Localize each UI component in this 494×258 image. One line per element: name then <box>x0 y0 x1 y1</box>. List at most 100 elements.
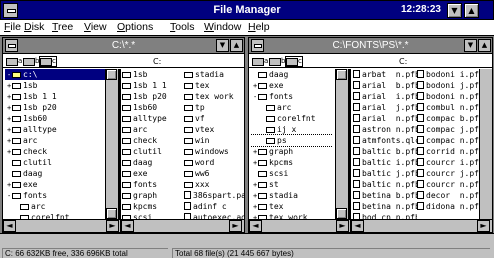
file-list-item[interactable]: stadia <box>184 69 244 80</box>
right-window-maximize-button[interactable]: ▲ <box>478 39 491 52</box>
tree-item[interactable]: daag <box>5 168 105 179</box>
file-list-item[interactable]: baltic j.pfb <box>353 168 417 179</box>
file-list-item[interactable]: word <box>184 157 244 168</box>
file-list-item[interactable]: kpcms <box>122 201 182 212</box>
file-list-item[interactable]: adinf c <box>184 201 244 212</box>
menu-options[interactable]: Options <box>117 21 153 33</box>
drive-c-icon[interactable]: c <box>285 56 303 67</box>
file-list-item[interactable]: combul n.pfb <box>417 102 480 113</box>
tree-item[interactable]: daag <box>251 69 333 80</box>
right-tree-pane[interactable]: daag + exe - fonts arc corelfnt ij x ps + graph + kp… <box>251 69 333 221</box>
right-tree-scroll-left[interactable]: ◄ <box>249 220 262 232</box>
right-tree-scroll-up[interactable] <box>336 69 347 80</box>
tree-item[interactable]: - fonts <box>251 91 333 102</box>
menu-disk[interactable]: Disk <box>24 21 44 33</box>
left-directory-window[interactable]: C:\*.* ▼ ▲ a b c C: - c:\ +1sb +1sb 1 1 +1sb… <box>2 37 245 234</box>
file-list-item[interactable]: vf <box>184 113 244 124</box>
right-tree-scroll-down[interactable] <box>336 208 347 219</box>
tree-item[interactable]: + kpcms <box>251 157 333 168</box>
tree-item[interactable]: arc <box>251 102 333 113</box>
tree-item[interactable]: - fonts <box>5 190 105 201</box>
tree-item[interactable]: ps <box>251 134 333 147</box>
file-list-item[interactable]: betina b.pfb <box>353 190 417 201</box>
left-tree-hscrollbar[interactable]: ◄ ► <box>3 219 120 232</box>
file-list-item[interactable]: 1sb 1 1 <box>122 80 182 91</box>
right-window-minimize-button[interactable]: ▼ <box>464 39 477 52</box>
left-tree-scroll-down[interactable] <box>106 208 117 219</box>
tree-item[interactable]: +1sb60 <box>5 113 105 124</box>
left-window-minimize-button[interactable]: ▼ <box>216 39 229 52</box>
file-list-item[interactable]: bodoni i.pfb <box>417 69 480 80</box>
tree-item[interactable]: - c:\ <box>5 69 105 80</box>
tree-item[interactable]: + st <box>251 179 333 190</box>
tree-item[interactable]: +1sb <box>5 80 105 91</box>
left-tree-scroll-right[interactable]: ► <box>106 220 119 232</box>
file-list-item[interactable]: check <box>122 135 182 146</box>
file-list-item[interactable]: betina n.pfb <box>353 201 417 212</box>
left-window-maximize-button[interactable]: ▲ <box>230 39 243 52</box>
right-files-vscrollbar[interactable] <box>479 69 492 221</box>
right-tree-vscrollbar[interactable] <box>335 69 348 221</box>
file-list-item[interactable]: arial i.pfb <box>353 91 417 102</box>
tree-item[interactable]: + exe <box>5 179 105 190</box>
right-file-pane[interactable]: arbat n.pfb arial b.pfb arial i.pfb arial j… <box>353 69 480 221</box>
left-file-pane[interactable]: 1sb 1sb 1 1 1sb p20 1sb60 alltype arc check clu… <box>122 69 244 221</box>
file-list-item[interactable]: arial b.pfb <box>353 80 417 91</box>
file-list-item[interactable]: exe <box>122 168 182 179</box>
file-list-item[interactable]: didona n.pfb <box>417 201 480 212</box>
tree-item[interactable]: + stadia <box>251 190 333 201</box>
file-list-item[interactable]: 386spart.par <box>184 190 244 201</box>
file-list-item[interactable]: vtex <box>184 124 244 135</box>
file-list-item[interactable]: courcr n.pfb <box>417 179 480 190</box>
file-list-item[interactable]: windows <box>184 146 244 157</box>
menu-tree[interactable]: Tree <box>52 21 73 33</box>
menu-file[interactable]: File <box>4 21 21 33</box>
file-list-item[interactable]: astron n.pfb <box>353 124 417 135</box>
right-files-hscrollbar[interactable]: ◄ ► <box>351 219 492 232</box>
tree-item[interactable]: + exe <box>251 80 333 91</box>
file-list-item[interactable]: baltic i.pfb <box>353 157 417 168</box>
file-list-item[interactable]: ww6 <box>184 168 244 179</box>
file-list-item[interactable]: arbat n.pfb <box>353 69 417 80</box>
file-list-item[interactable]: 1sb60 <box>122 102 182 113</box>
file-list-item[interactable]: 1sb p20 <box>122 91 182 102</box>
tree-item[interactable]: arc <box>5 201 105 212</box>
drive-b-icon[interactable]: b <box>269 57 285 66</box>
file-list-item[interactable]: courcr j.pfb <box>417 168 480 179</box>
file-list-item[interactable]: arial j.pfb <box>353 102 417 113</box>
file-list-item[interactable]: graph <box>122 190 182 201</box>
left-tree-vscrollbar[interactable] <box>105 69 118 221</box>
left-splitter[interactable] <box>118 69 121 234</box>
left-window-titlebar[interactable]: C:\*.* ▼ ▲ <box>3 38 244 54</box>
file-list-item[interactable]: baltic n.pfb <box>353 179 417 190</box>
file-list-item[interactable]: atmfonts.qlc <box>353 135 417 146</box>
right-files-scroll-right[interactable]: ► <box>477 220 490 232</box>
tree-item[interactable]: + alltype <box>5 124 105 135</box>
tree-item[interactable]: + graph <box>251 146 333 157</box>
tree-item[interactable]: scsi <box>251 168 333 179</box>
tree-item[interactable]: + tex <box>251 201 333 212</box>
drive-c-icon[interactable]: c <box>39 56 57 67</box>
file-list-item[interactable]: compac j.pfb <box>417 124 480 135</box>
file-list-item[interactable]: courcr i.pfb <box>417 157 480 168</box>
left-files-hscrollbar[interactable]: ◄ ► <box>121 219 244 232</box>
tree-item[interactable]: ij x <box>251 124 333 135</box>
left-tree-scroll-up[interactable] <box>106 69 117 80</box>
left-tree-scroll-left[interactable]: ◄ <box>3 220 16 232</box>
tree-item[interactable]: + check <box>5 146 105 157</box>
menu-help[interactable]: Help <box>248 21 270 33</box>
tree-item[interactable]: corelfnt <box>251 113 333 124</box>
drive-a-icon[interactable]: a <box>252 57 268 66</box>
drive-a-icon[interactable]: a <box>6 57 22 66</box>
minimize-button[interactable]: ▼ <box>447 3 462 18</box>
left-tree-pane[interactable]: - c:\ +1sb +1sb 1 1 +1sb p20 +1sb60 + alltype + a… <box>5 69 105 221</box>
right-files-scroll-left[interactable]: ◄ <box>351 220 364 232</box>
file-list-item[interactable]: tex work <box>184 91 244 102</box>
right-window-titlebar[interactable]: C:\FONTS\PS\*.* ▼ ▲ <box>249 38 492 54</box>
file-list-item[interactable]: xxx <box>184 179 244 190</box>
tree-item[interactable]: + arc <box>5 135 105 146</box>
left-files-scroll-left[interactable]: ◄ <box>121 220 134 232</box>
file-list-item[interactable]: alltype <box>122 113 182 124</box>
file-list-item[interactable]: fonts <box>122 179 182 190</box>
right-splitter[interactable] <box>348 69 351 234</box>
